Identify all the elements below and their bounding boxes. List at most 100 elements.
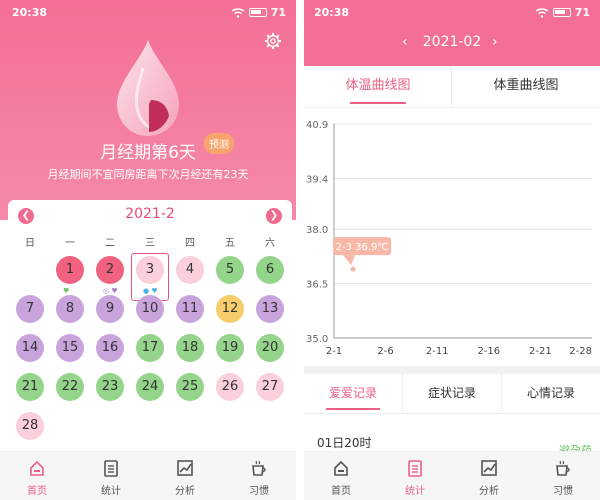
nav-label: 分析 [479,486,499,497]
calendar-day[interactable]: 6 [256,256,284,284]
nav-item[interactable]: 习惯 [526,458,600,497]
next-month-button[interactable]: ❯ [266,208,282,224]
calendar-day[interactable]: 28 [16,412,44,440]
weekday-label: 四 [185,238,195,249]
record-time: 01日20时 [317,436,372,450]
home-screen: 20:38 71 月经期第6天 预测 月经期间不宜同房距离下次月经还有23天 ❮ [0,0,296,500]
day-record-mark-icon: ● ♥ [143,287,158,295]
predict-badge[interactable]: 预测 [204,133,234,154]
battery-level: 71 [574,6,590,19]
calendar-day[interactable]: 3 [136,256,164,284]
calendar-day[interactable]: 15 [56,334,84,362]
calendar-day[interactable]: 1 [56,256,84,284]
calendar-day[interactable]: 8 [56,295,84,323]
stats-month: 2021-02 [422,34,482,50]
x-tick-label: 2-6 [377,346,393,357]
clipboard-icon [408,460,422,477]
weekday-label: 六 [265,238,275,249]
period-subtitle: 月经期间不宜同房距离下次月经还有23天 [47,168,249,181]
calendar-day[interactable]: 12 [216,295,244,323]
calendar-day[interactable]: 20 [256,334,284,362]
trend-chart-icon [177,460,193,476]
record-item[interactable]: 01日20时 避孕药 [304,414,600,457]
calendar-day[interactable]: 4 [176,256,204,284]
calendar-month: 2021-2 [125,206,175,222]
calendar-header: ❮ 2021-2 ❯ [8,206,292,226]
gear-icon[interactable] [264,32,282,50]
calendar-day[interactable]: 10 [136,295,164,323]
chevron-right-icon[interactable]: › [492,34,498,50]
day-record-mark-icon: ◎ ♥ [103,287,118,295]
calendar-day[interactable]: 11 [176,295,204,323]
calendar-day[interactable]: 21 [16,373,44,401]
nav-item[interactable]: 分析 [452,458,526,497]
period-day-title: 月经期第6天 [100,143,196,163]
bottom-nav: 首页 统计 分析 习惯 [304,451,600,500]
data-point [350,266,356,272]
stats-header: 20:38 71 ‹ 2021-02 › [304,0,600,66]
nav-item[interactable]: 统计 [74,458,148,497]
calendar-card: ❮ 2021-2 ❯ 日一二三四五六 1 2 3 4 5 6 7 8 9 10 11 12 13 14 15… [8,200,292,450]
tab-weight[interactable]: 体重曲线图 [452,66,600,108]
x-tick-label: 2-28 [569,346,592,357]
x-tick-label: 2-21 [529,346,552,357]
record-tabs: 爱爱记录 症状记录 心情记录 [304,374,600,414]
x-tick-label: 2-11 [426,346,449,357]
temperature-chart: 35.0 36.5 38.0 39.4 40.9 2-1 2-6 2-11 2-16 2-21 2-… [306,120,592,357]
wifi-icon [231,7,245,18]
weekday-label: 三 [145,238,155,249]
tab-temperature[interactable]: 体温曲线图 [304,66,452,108]
status-bar: 20:38 71 [314,6,590,24]
nav-item[interactable]: 分析 [148,458,222,497]
nav-item[interactable]: 首页 [0,458,74,497]
cup-icon [252,460,266,476]
calendar-day[interactable]: 9 [96,295,124,323]
calendar-day[interactable]: 2 [96,256,124,284]
tab-mood-record[interactable]: 心情记录 [502,374,600,414]
nav-label: 分析 [175,486,195,497]
calendar-day[interactable]: 26 [216,373,244,401]
tab-symptom-record[interactable]: 症状记录 [403,374,501,414]
nav-label: 习惯 [249,486,269,497]
calendar-day[interactable]: 24 [136,373,164,401]
calendar-day[interactable]: 22 [56,373,84,401]
calendar-day[interactable]: 27 [256,373,284,401]
y-tick-label: 36.5 [306,280,328,291]
y-tick-label: 38.0 [306,225,328,236]
x-tick-label: 2-16 [477,346,500,357]
nav-item[interactable]: 首页 [304,458,378,497]
status-bar: 20:38 71 [12,6,286,24]
tooltip-label: 2-3 36.9℃ [336,242,389,253]
calendar-day[interactable]: 17 [136,334,164,362]
calendar-day[interactable]: 13 [256,295,284,323]
tab-intimacy-record[interactable]: 爱爱记录 [304,374,402,414]
y-tick-label: 39.4 [306,174,328,185]
calendar-day[interactable]: 7 [16,295,44,323]
x-tick-label: 2-1 [326,346,342,357]
weekday-label: 五 [225,238,235,249]
status-time: 20:38 [314,6,350,19]
nav-label: 首页 [331,486,351,497]
calendar-day[interactable]: 16 [96,334,124,362]
nav-item[interactable]: 习惯 [222,458,296,497]
nav-label: 习惯 [553,486,573,497]
day-record-mark-icon: ♥ [63,287,70,295]
weekday-label: 日 [25,238,35,249]
weekday-row: 日一二三四五六 [8,234,292,249]
calendar-day[interactable]: 14 [16,334,44,362]
calendar-day[interactable]: 25 [176,373,204,401]
home-icon [30,460,44,476]
weekday-label: 二 [105,238,115,249]
tooltip-pointer [343,255,356,266]
calendar-day[interactable]: 23 [96,373,124,401]
calendar-day[interactable]: 19 [216,334,244,362]
battery-icon [248,8,267,17]
nav-label: 统计 [101,486,121,497]
calendar-day[interactable]: 18 [176,334,204,362]
home-icon [334,460,348,476]
nav-label: 首页 [27,486,47,497]
statistics-screen: 20:38 71 ‹ 2021-02 › 体温曲线图 体重曲线图 35.0 36.… [304,0,600,500]
calendar-day[interactable]: 5 [216,256,244,284]
nav-item[interactable]: 统计 [378,458,452,497]
clipboard-icon [104,460,118,477]
